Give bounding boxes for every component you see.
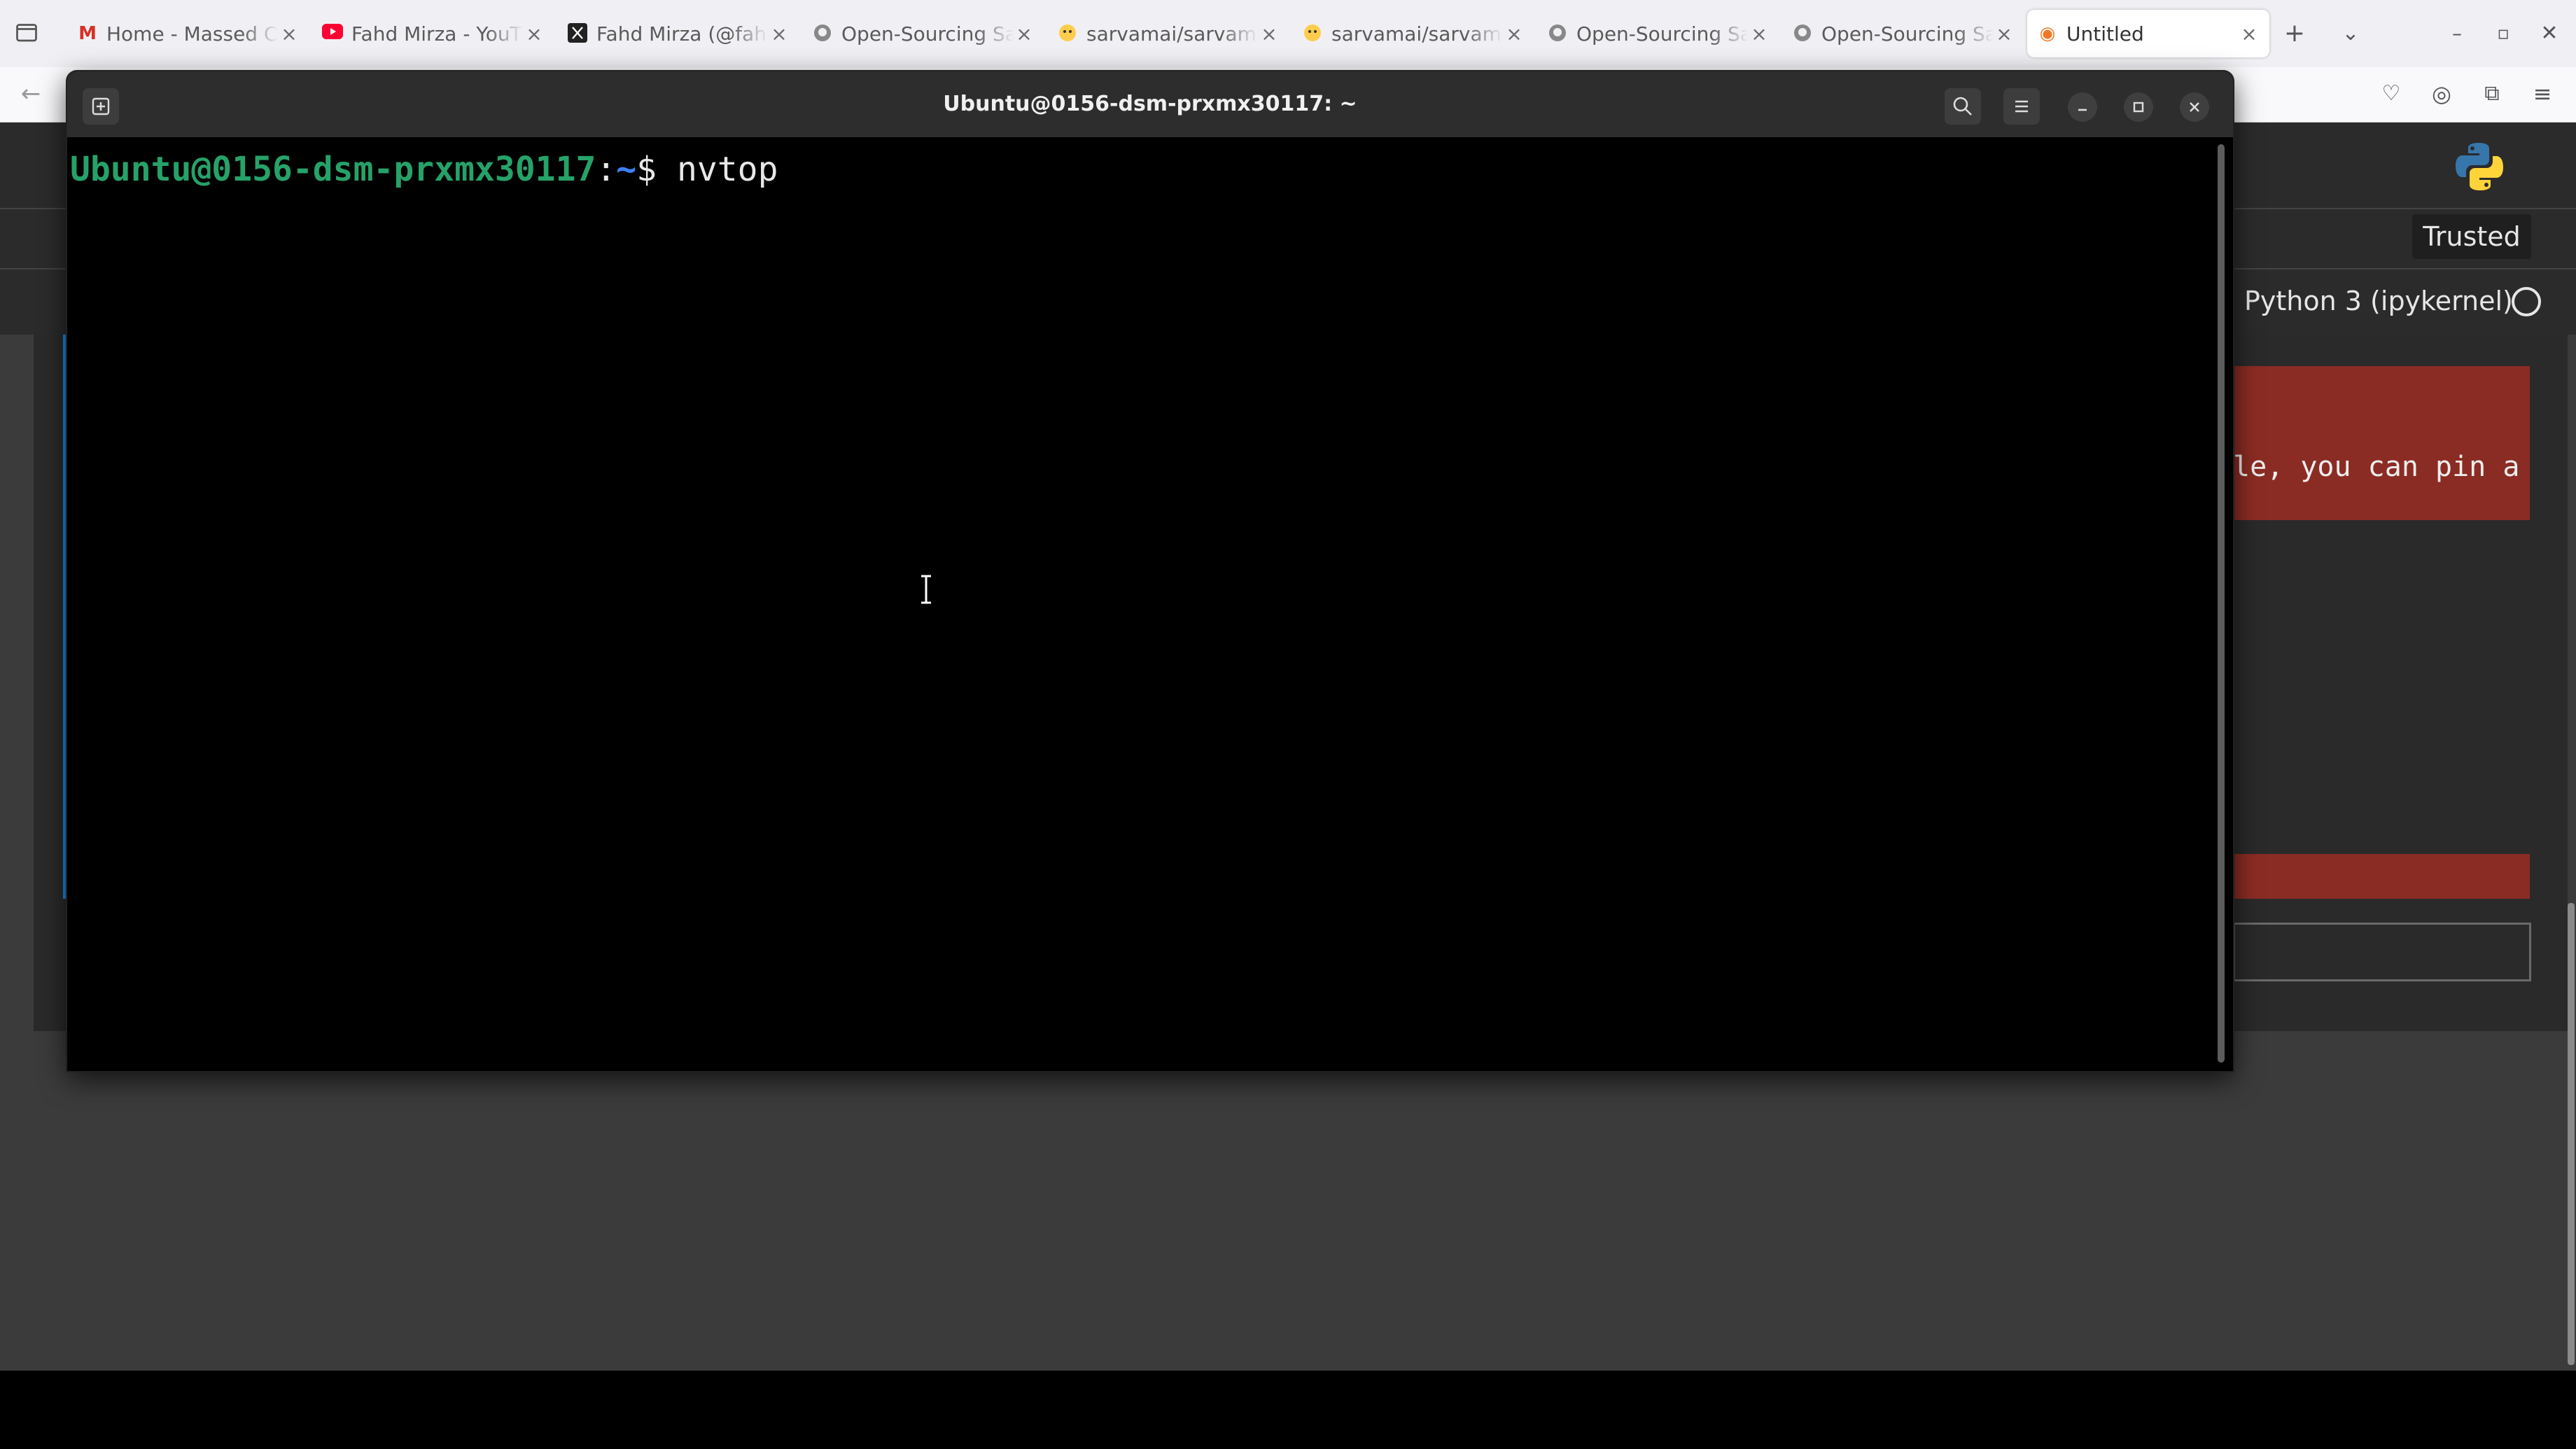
tab-1[interactable]: Fahd Mirza - YouT × bbox=[312, 10, 554, 57]
tab-title: Untitled bbox=[2066, 22, 2144, 46]
close-tab-icon[interactable]: × bbox=[1014, 22, 1035, 46]
error-output-block bbox=[2233, 366, 2530, 520]
jupyter-icon: ◉ bbox=[2039, 23, 2056, 44]
minimize-icon[interactable] bbox=[2068, 92, 2097, 122]
text-cursor-icon bbox=[918, 574, 934, 605]
tab-7[interactable]: Open-Sourcing Sa × bbox=[1782, 10, 2024, 57]
minimize-icon[interactable]: – bbox=[2437, 14, 2477, 53]
github-icon bbox=[812, 23, 833, 44]
extensions-icon[interactable]: ⧉ bbox=[2472, 74, 2512, 113]
github-icon bbox=[1547, 23, 1568, 44]
tab-8-active[interactable]: ◉ Untitled × bbox=[2027, 10, 2269, 57]
typed-command: nvtop bbox=[676, 150, 778, 189]
tab-title: Open-Sourcing Sa bbox=[1576, 22, 1749, 46]
terminal-body[interactable] bbox=[67, 137, 2233, 1071]
huggingface-icon bbox=[1302, 23, 1323, 44]
close-tab-icon[interactable]: × bbox=[769, 22, 790, 46]
youtube-icon bbox=[322, 23, 343, 44]
x-icon bbox=[567, 23, 588, 44]
terminal-prompt-line: Ubuntu@0156-dsm-prxmx30117:~$ nvtop bbox=[70, 146, 778, 193]
back-icon[interactable]: ← bbox=[11, 74, 50, 113]
close-tab-icon[interactable]: × bbox=[2239, 22, 2260, 46]
menu-icon[interactable]: ≡ bbox=[2523, 74, 2562, 113]
maximize-icon[interactable] bbox=[2124, 92, 2153, 122]
pocket-icon[interactable]: ♡ bbox=[2372, 74, 2411, 113]
close-tab-icon[interactable]: × bbox=[1504, 22, 1525, 46]
kernel-status-icon bbox=[2512, 287, 2541, 316]
tab-overview-icon[interactable] bbox=[7, 13, 46, 52]
tab-3[interactable]: Open-Sourcing Sa × bbox=[802, 10, 1044, 57]
tab-bar: M Home - Massed C × Fahd Mirza - YouT × … bbox=[0, 0, 2576, 67]
terminal-window[interactable]: Ubuntu@0156-dsm-prxmx30117: ~ Ubuntu@015… bbox=[67, 71, 2233, 1071]
tab-title: sarvamai/sarvam bbox=[1086, 22, 1256, 46]
terminal-title: Ubuntu@0156-dsm-prxmx30117: ~ bbox=[943, 92, 1357, 116]
close-tab-icon[interactable]: × bbox=[279, 22, 300, 46]
cell-input-box[interactable] bbox=[2233, 923, 2531, 981]
account-icon[interactable]: ◎ bbox=[2422, 74, 2461, 113]
terminal-scrollbar[interactable] bbox=[2218, 144, 2225, 1063]
close-tab-icon[interactable]: × bbox=[1259, 22, 1280, 46]
tab-2[interactable]: Fahd Mirza (@fah × bbox=[557, 10, 799, 57]
close-tab-icon[interactable]: × bbox=[524, 22, 545, 46]
tab-title: Fahd Mirza - YouT bbox=[351, 22, 522, 46]
close-icon[interactable] bbox=[2180, 92, 2209, 122]
list-tabs-button[interactable]: ⌄ bbox=[2331, 14, 2370, 53]
error-output-bar bbox=[2233, 854, 2530, 899]
kernel-name[interactable]: Python 3 (ipykernel) bbox=[2244, 284, 2513, 318]
tab-4[interactable]: sarvamai/sarvam × bbox=[1047, 10, 1289, 57]
restore-icon[interactable]: ▫ bbox=[2484, 14, 2523, 53]
terminal-titlebar[interactable]: Ubuntu@0156-dsm-prxmx30117: ~ bbox=[67, 71, 2233, 137]
tab-title: Fahd Mirza (@fah bbox=[596, 22, 767, 46]
page-scrollbar[interactable] bbox=[2568, 903, 2575, 1365]
bottom-black-bar bbox=[0, 1371, 2576, 1449]
prompt-dollar: $ bbox=[636, 150, 677, 189]
tab-title: Open-Sourcing Sa bbox=[841, 22, 1014, 46]
tab-title: sarvamai/sarvam bbox=[1331, 22, 1502, 46]
tab-title: Home - Massed C bbox=[106, 22, 278, 46]
close-window-icon[interactable]: ✕ bbox=[2530, 14, 2569, 53]
prompt-user: Ubuntu@0156-dsm-prxmx30117 bbox=[70, 150, 596, 189]
search-icon[interactable] bbox=[1945, 88, 1981, 125]
hamburger-menu-icon[interactable] bbox=[2003, 88, 2040, 125]
tab-title: Open-Sourcing Sa bbox=[1821, 22, 1994, 46]
tab-5[interactable]: sarvamai/sarvam × bbox=[1292, 10, 1534, 57]
new-tab-button[interactable]: + bbox=[2275, 14, 2314, 53]
close-tab-icon[interactable]: × bbox=[1994, 22, 2015, 46]
gmail-icon: M bbox=[78, 23, 97, 44]
huggingface-icon bbox=[1057, 23, 1078, 44]
active-cell-indicator bbox=[63, 335, 66, 899]
prompt-separator: : bbox=[596, 150, 617, 189]
close-tab-icon[interactable]: × bbox=[1749, 22, 1770, 46]
prompt-path: ~ bbox=[616, 150, 637, 189]
python-logo-icon bbox=[2453, 140, 2506, 193]
error-output-text: le, you can pin a bbox=[2233, 451, 2520, 483]
github-icon bbox=[1792, 23, 1813, 44]
tab-6[interactable]: Open-Sourcing Sa × bbox=[1537, 10, 1779, 57]
tab-0[interactable]: M Home - Massed C × bbox=[67, 10, 309, 57]
trusted-indicator[interactable]: Trusted bbox=[2412, 214, 2531, 259]
